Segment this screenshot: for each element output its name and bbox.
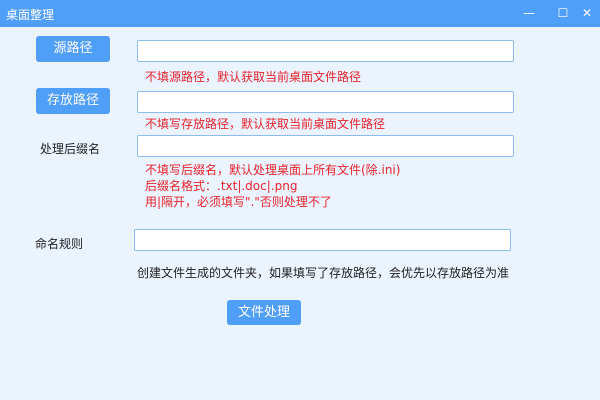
suffix-input[interactable] — [137, 135, 514, 157]
maximize-icon[interactable]: ☐ — [554, 4, 572, 22]
target-path-button[interactable]: 存放路径 — [36, 88, 110, 114]
window-title: 桌面整理 — [6, 8, 55, 22]
naming-rule-input[interactable] — [134, 229, 511, 251]
suffix-format-hint: 后缀名格式：.txt|.doc|.png — [145, 179, 298, 193]
suffix-label: 处理后缀名 — [40, 142, 101, 156]
target-path-input[interactable] — [137, 91, 514, 113]
close-icon[interactable]: ✕ — [578, 4, 596, 22]
source-path-input[interactable] — [137, 40, 514, 62]
suffix-hint: 不填写后缀名，默认处理桌面上所有文件(除.ini) — [145, 163, 401, 177]
minimize-icon[interactable]: — — [520, 4, 538, 22]
suffix-separator-hint: 用|隔开，必须填写"."否则处理不了 — [145, 195, 332, 209]
target-path-hint: 不填写存放路径，默认获取当前桌面文件路径 — [145, 117, 386, 131]
source-path-hint: 不填源路径，默认获取当前桌面文件路径 — [145, 70, 362, 84]
source-path-button[interactable]: 源路径 — [36, 36, 110, 62]
naming-rule-note: 创建文件生成的文件夹，如果填写了存放路径，会优先以存放路径为准 — [137, 266, 510, 280]
title-bar: 桌面整理 — ☐ ✕ — [0, 0, 600, 27]
naming-rule-label: 命名规则 — [35, 237, 84, 251]
process-files-button[interactable]: 文件处理 — [227, 300, 301, 325]
